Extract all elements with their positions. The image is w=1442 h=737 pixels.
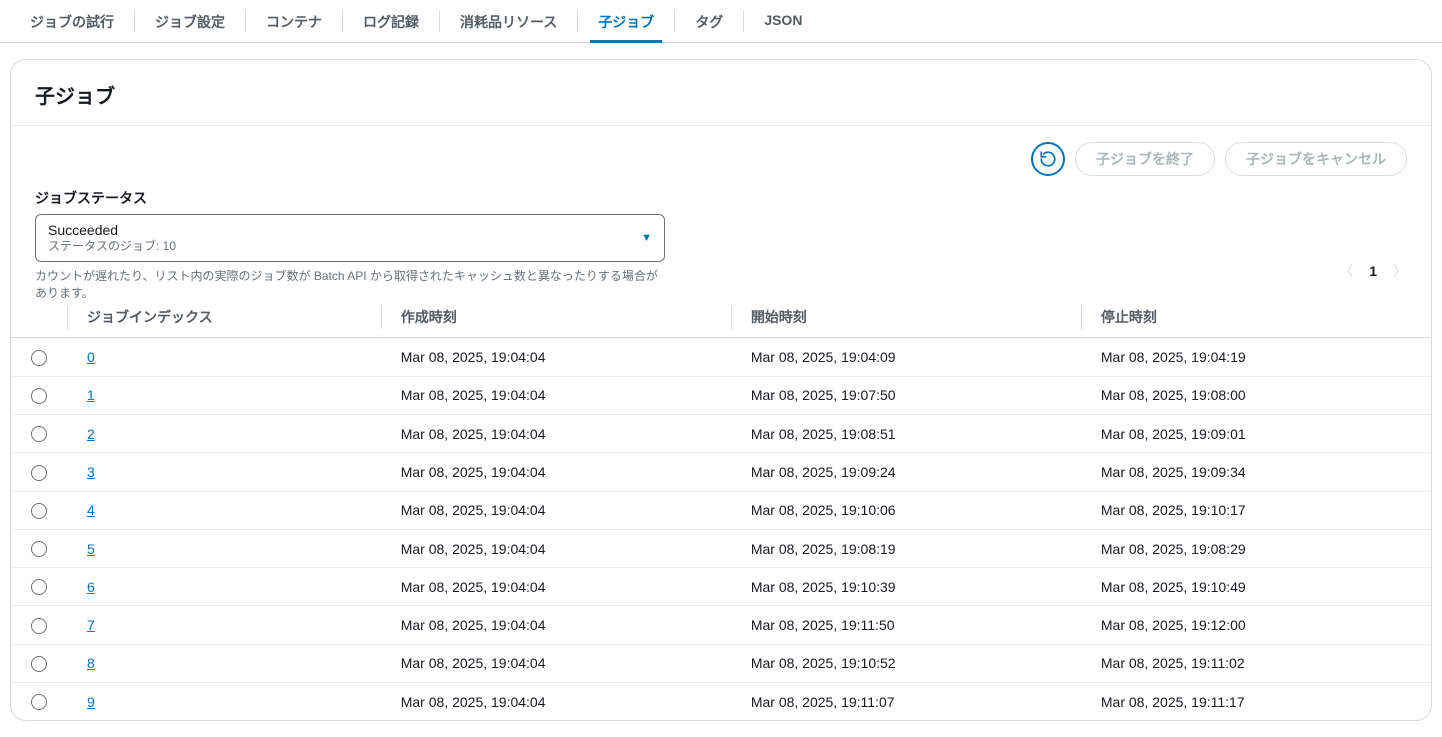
tab-5[interactable]: 子ジョブ [578,0,674,42]
table-row: 0Mar 08, 2025, 19:04:04Mar 08, 2025, 19:… [11,338,1431,376]
cell-created: Mar 08, 2025, 19:04:04 [381,606,731,644]
status-filter-hint: カウントが遅れたり、リスト内の実際のジョブ数が Batch API から取得され… [35,268,665,302]
job-index-link[interactable]: 8 [87,655,95,671]
cell-started: Mar 08, 2025, 19:08:19 [731,529,1081,567]
cell-created: Mar 08, 2025, 19:04:04 [381,414,731,452]
cell-created: Mar 08, 2025, 19:04:04 [381,644,731,682]
job-index-link[interactable]: 1 [87,387,95,403]
row-radio[interactable] [31,465,47,481]
terminate-child-jobs-button[interactable]: 子ジョブを終了 [1075,142,1215,176]
cell-stopped: Mar 08, 2025, 19:08:29 [1081,529,1431,567]
cell-stopped: Mar 08, 2025, 19:09:01 [1081,414,1431,452]
status-filter-block: ジョブステータス Succeeded ステータスのジョブ: 10 ▼ カウントが… [11,176,1431,301]
cell-created: Mar 08, 2025, 19:04:04 [381,683,731,721]
cell-stopped: Mar 08, 2025, 19:11:02 [1081,644,1431,682]
status-select-text: Succeeded ステータスのジョブ: 10 [48,221,176,255]
refresh-icon [1039,150,1057,168]
table-row: 7Mar 08, 2025, 19:04:04Mar 08, 2025, 19:… [11,606,1431,644]
page-next[interactable]: 〉 [1393,261,1407,281]
chevron-down-icon: ▼ [641,232,652,244]
cell-created: Mar 08, 2025, 19:04:04 [381,453,731,491]
panel-actions: 子ジョブを終了 子ジョブをキャンセル [11,126,1431,176]
cell-stopped: Mar 08, 2025, 19:10:17 [1081,491,1431,529]
child-jobs-panel: 子ジョブ 子ジョブを終了 子ジョブをキャンセル ジョブステータス Succeed… [10,59,1432,721]
tab-0[interactable]: ジョブの試行 [10,0,134,42]
table-row: 5Mar 08, 2025, 19:04:04Mar 08, 2025, 19:… [11,529,1431,567]
tab-2[interactable]: コンテナ [246,0,342,42]
cell-created: Mar 08, 2025, 19:04:04 [381,376,731,414]
cell-created: Mar 08, 2025, 19:04:04 [381,529,731,567]
table-row: 3Mar 08, 2025, 19:04:04Mar 08, 2025, 19:… [11,453,1431,491]
tabs-bar: ジョブの試行ジョブ設定コンテナログ記録消耗品リソース子ジョブタグJSON [0,0,1442,43]
table-row: 9Mar 08, 2025, 19:04:04Mar 08, 2025, 19:… [11,683,1431,721]
col-stopped[interactable]: 停止時刻 [1081,297,1431,338]
row-radio[interactable] [31,618,47,634]
page-prev[interactable]: 〈 [1339,261,1353,281]
cell-started: Mar 08, 2025, 19:09:24 [731,453,1081,491]
row-radio[interactable] [31,388,47,404]
col-created[interactable]: 作成時刻 [381,297,731,338]
row-radio[interactable] [31,503,47,519]
job-index-link[interactable]: 9 [87,694,95,710]
page-current: 1 [1369,263,1377,279]
cell-stopped: Mar 08, 2025, 19:11:17 [1081,683,1431,721]
col-index[interactable]: ジョブインデックス [67,297,381,338]
cell-stopped: Mar 08, 2025, 19:10:49 [1081,568,1431,606]
cell-created: Mar 08, 2025, 19:04:04 [381,338,731,376]
tab-6[interactable]: タグ [675,0,743,42]
cell-started: Mar 08, 2025, 19:10:06 [731,491,1081,529]
child-jobs-table: ジョブインデックス 作成時刻 開始時刻 停止時刻 0 Mar 08, 2025, … [11,297,1431,720]
cell-started: Mar 08, 2025, 19:11:50 [731,606,1081,644]
status-select-value: Succeeded [48,221,176,239]
status-select[interactable]: Succeeded ステータスのジョブ: 10 ▼ [35,214,665,262]
row-radio[interactable] [31,579,47,595]
col-select [11,297,67,338]
panel-title: 子ジョブ [11,80,1431,126]
cell-stopped: Mar 08, 2025, 19:08:00 [1081,376,1431,414]
row-radio[interactable] [31,426,47,442]
row-radio[interactable] [31,694,47,710]
job-index-link[interactable]: 2 [87,426,95,442]
table-row: 6Mar 08, 2025, 19:04:04Mar 08, 2025, 19:… [11,568,1431,606]
tab-3[interactable]: ログ記録 [343,0,439,42]
job-index-link[interactable]: 3 [87,464,95,480]
table-row: 2Mar 08, 2025, 19:04:04Mar 08, 2025, 19:… [11,414,1431,452]
tab-4[interactable]: 消耗品リソース [440,0,577,42]
cell-created: Mar 08, 2025, 19:04:04 [381,568,731,606]
row-radio[interactable] [31,541,47,557]
row-radio[interactable] [31,656,47,672]
cell-stopped: Mar 08, 2025, 19:12:00 [1081,606,1431,644]
cancel-child-jobs-button[interactable]: 子ジョブをキャンセル [1225,142,1407,176]
col-started[interactable]: 開始時刻 [731,297,1081,338]
job-index-link[interactable]: 0 [87,349,95,365]
table-row: 4Mar 08, 2025, 19:04:04Mar 08, 2025, 19:… [11,491,1431,529]
cell-started: Mar 08, 2025, 19:07:50 [731,376,1081,414]
cell-stopped: Mar 08, 2025, 19:09:34 [1081,453,1431,491]
job-index-link[interactable]: 7 [87,617,95,633]
job-index-link[interactable]: 5 [87,541,95,557]
status-select-count: ステータスのジョブ: 10 [48,239,176,255]
job-index-link[interactable]: 4 [87,502,95,518]
tab-1[interactable]: ジョブ設定 [135,0,245,42]
cell-started: Mar 08, 2025, 19:11:07 [731,683,1081,721]
table-row: 1Mar 08, 2025, 19:04:04Mar 08, 2025, 19:… [11,376,1431,414]
row-radio[interactable] [31,350,47,366]
refresh-button[interactable] [1031,142,1065,176]
cell-created: Mar 08, 2025, 19:04:04 [381,491,731,529]
job-index-link[interactable]: 6 [87,579,95,595]
cell-started: Mar 08, 2025, 19:10:39 [731,568,1081,606]
table-row: 8Mar 08, 2025, 19:04:04Mar 08, 2025, 19:… [11,644,1431,682]
cell-started: Mar 08, 2025, 19:10:52 [731,644,1081,682]
cell-started: Mar 08, 2025, 19:04:09 [731,338,1081,376]
status-filter-label: ジョブステータス [35,188,1407,208]
cell-stopped: Mar 08, 2025, 19:04:19 [1081,338,1431,376]
tab-7[interactable]: JSON [744,0,822,42]
cell-started: Mar 08, 2025, 19:08:51 [731,414,1081,452]
